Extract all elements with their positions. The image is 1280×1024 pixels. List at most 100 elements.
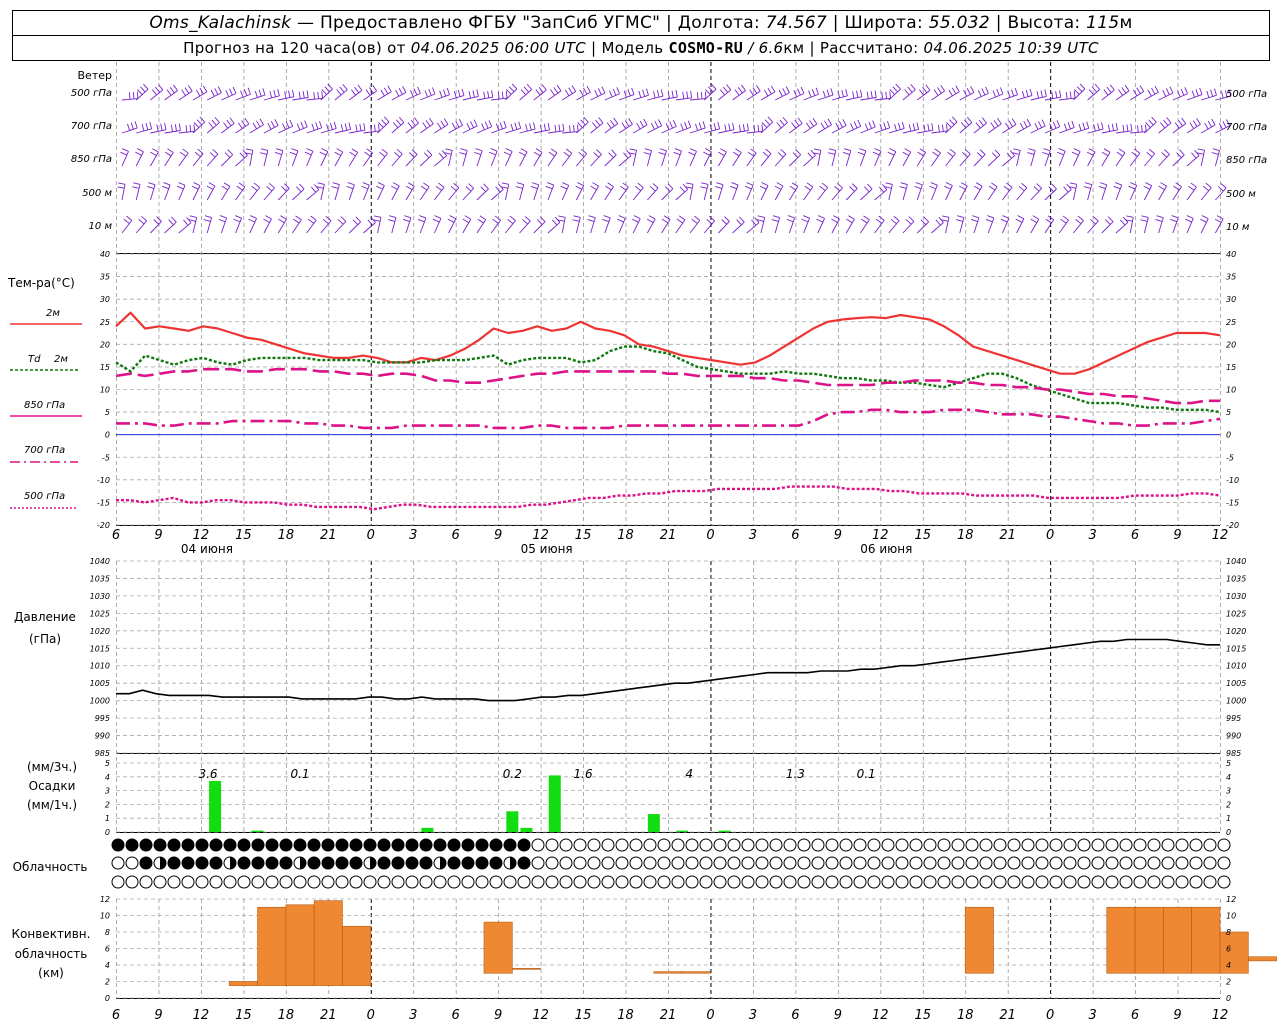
- cloud-symbol: [209, 875, 223, 889]
- temp-title: Тем-ра(°C): [7, 276, 75, 290]
- wind-barb-feather: [663, 215, 671, 220]
- wind-barb-feather: [1015, 218, 1023, 223]
- wind-barb-feather: [826, 89, 830, 97]
- wind-barb-feather: [491, 90, 494, 98]
- wind-barb-feather: [588, 215, 596, 219]
- cloud-symbol-half: [230, 857, 236, 869]
- y-tick-left: 15: [100, 363, 110, 372]
- cloud-symbol: [223, 875, 237, 889]
- wind-barb-feather: [848, 215, 855, 220]
- wind-barb-feather: [289, 119, 294, 127]
- y-tick-left: 2: [105, 978, 110, 987]
- wind-barb-feather: [204, 215, 212, 219]
- wind-barb-feather: [224, 152, 231, 158]
- wind-barb: [263, 187, 275, 201]
- wind-barb-feather: [741, 84, 746, 91]
- wind-level-label-right: 500 гПа: [1226, 89, 1267, 100]
- wind-barb-feather: [1145, 182, 1152, 187]
- wind-barb-feather: [1033, 186, 1040, 192]
- cloud-symbol: [615, 875, 629, 889]
- wind-barb-feather: [1073, 89, 1080, 95]
- wind-barb-feather: [118, 182, 126, 185]
- y-tick-left: 0: [105, 828, 110, 837]
- cloud-symbol: [839, 838, 853, 852]
- wind-barb-feather: [398, 116, 405, 123]
- wind-barb-feather: [819, 185, 826, 191]
- wind-barb-feather: [494, 215, 501, 221]
- conv-cloud-bar: [1219, 931, 1249, 974]
- wind-barb-feather: [319, 121, 323, 128]
- wind-barb-feather: [587, 219, 595, 222]
- wind-barb-feather: [346, 185, 354, 190]
- wind-barb: [817, 187, 829, 201]
- wind-barb-feather: [686, 91, 689, 99]
- wind-barb: [1073, 127, 1089, 134]
- wind-barb-feather: [993, 120, 999, 127]
- cloud-symbol: [531, 838, 545, 852]
- cloud-symbol: [783, 875, 797, 889]
- wind-barb-feather: [149, 121, 153, 129]
- conv-cloud-bar: [342, 925, 372, 986]
- wind-barb-feather: [764, 89, 769, 97]
- y-tick-right: 1010: [1226, 662, 1246, 671]
- wind-barb-feather: [405, 185, 413, 191]
- cloud-symbol: [153, 838, 167, 852]
- wind-barb-feather: [1099, 182, 1107, 186]
- wind-barb-feather: [1041, 119, 1046, 127]
- y-tick-left: 4: [105, 961, 110, 970]
- wind-barb-feather: [828, 148, 836, 151]
- cloud-symbol: [783, 856, 797, 870]
- wind-barb-feather: [1137, 125, 1139, 133]
- wind-barb: [646, 150, 652, 167]
- wind-barb: [959, 92, 975, 101]
- wind-barb-feather: [1021, 182, 1028, 189]
- wind-barb-feather: [1019, 122, 1024, 130]
- wind-barb-feather: [1197, 148, 1205, 151]
- wind-barb-feather: [505, 89, 512, 95]
- wind-barb-feather: [734, 89, 740, 96]
- wind-barb-feather: [761, 122, 768, 128]
- x-tick-label: 12: [532, 528, 549, 543]
- cloud-symbol: [685, 856, 699, 870]
- cloud-symbol: [1175, 838, 1189, 852]
- wind-barb-feather: [678, 215, 686, 221]
- wind-barb-feather: [1018, 185, 1025, 192]
- wind-barb-feather: [189, 215, 197, 218]
- wind-barb-feather: [1107, 216, 1114, 223]
- wind-barb-feather: [315, 122, 319, 130]
- wind-barb-feather: [633, 215, 641, 220]
- cloud-symbol: [377, 856, 391, 870]
- wind-barb-feather: [1030, 218, 1038, 223]
- wind-barb: [249, 150, 254, 167]
- wind-barb-feather: [1147, 89, 1152, 97]
- cloud-symbol: [349, 838, 363, 852]
- cloud-symbol: [181, 875, 195, 889]
- x-tick-label: 9: [834, 1008, 842, 1023]
- wind-barb-feather: [1107, 124, 1111, 132]
- x-tick-label: 15: [575, 528, 592, 543]
- wind-barb-feather: [949, 119, 955, 125]
- cloud-symbol: [1035, 838, 1049, 852]
- wind-barb-feather: [1131, 151, 1138, 157]
- wind-barb-feather: [883, 122, 887, 130]
- wind-barb-feather: [1196, 118, 1201, 125]
- wind-level-label: 10 м: [89, 221, 113, 232]
- wind-barb-feather: [700, 186, 708, 189]
- wind-level-label: 500 гПа: [71, 88, 112, 99]
- cloud-symbol: [125, 856, 139, 870]
- wind-barb-feather: [901, 121, 905, 129]
- wind-barb-feather: [864, 123, 869, 131]
- wind-barb: [320, 151, 329, 167]
- cloud-symbol: [1189, 838, 1203, 852]
- wind-barb-feather: [870, 91, 873, 99]
- wind-barb-feather: [348, 122, 352, 130]
- wind-barb-feather: [776, 182, 784, 187]
- wind-barb-feather: [165, 151, 172, 157]
- wind-barb-feather: [1122, 124, 1125, 132]
- cloud-symbol: [1105, 856, 1119, 870]
- x-tick-label: 0: [1046, 528, 1054, 543]
- cloud-symbol: [573, 856, 587, 870]
- wind-barb-feather: [981, 88, 986, 96]
- wind-barb-feather: [923, 216, 930, 223]
- wind-barb: [987, 154, 1001, 167]
